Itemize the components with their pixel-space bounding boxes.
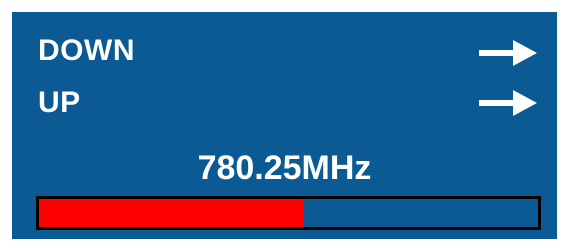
signal-progress-bar: [36, 196, 541, 230]
frequency-readout: 780.25MHz: [197, 149, 372, 187]
arrow-right-icon[interactable]: [479, 40, 537, 66]
up-label: UP: [38, 86, 81, 119]
down-label: DOWN: [38, 34, 135, 67]
progress-fill: [39, 199, 304, 227]
arrow-right-icon[interactable]: [479, 90, 537, 116]
tuner-panel: DOWN UP 780.25MHz: [12, 12, 557, 239]
